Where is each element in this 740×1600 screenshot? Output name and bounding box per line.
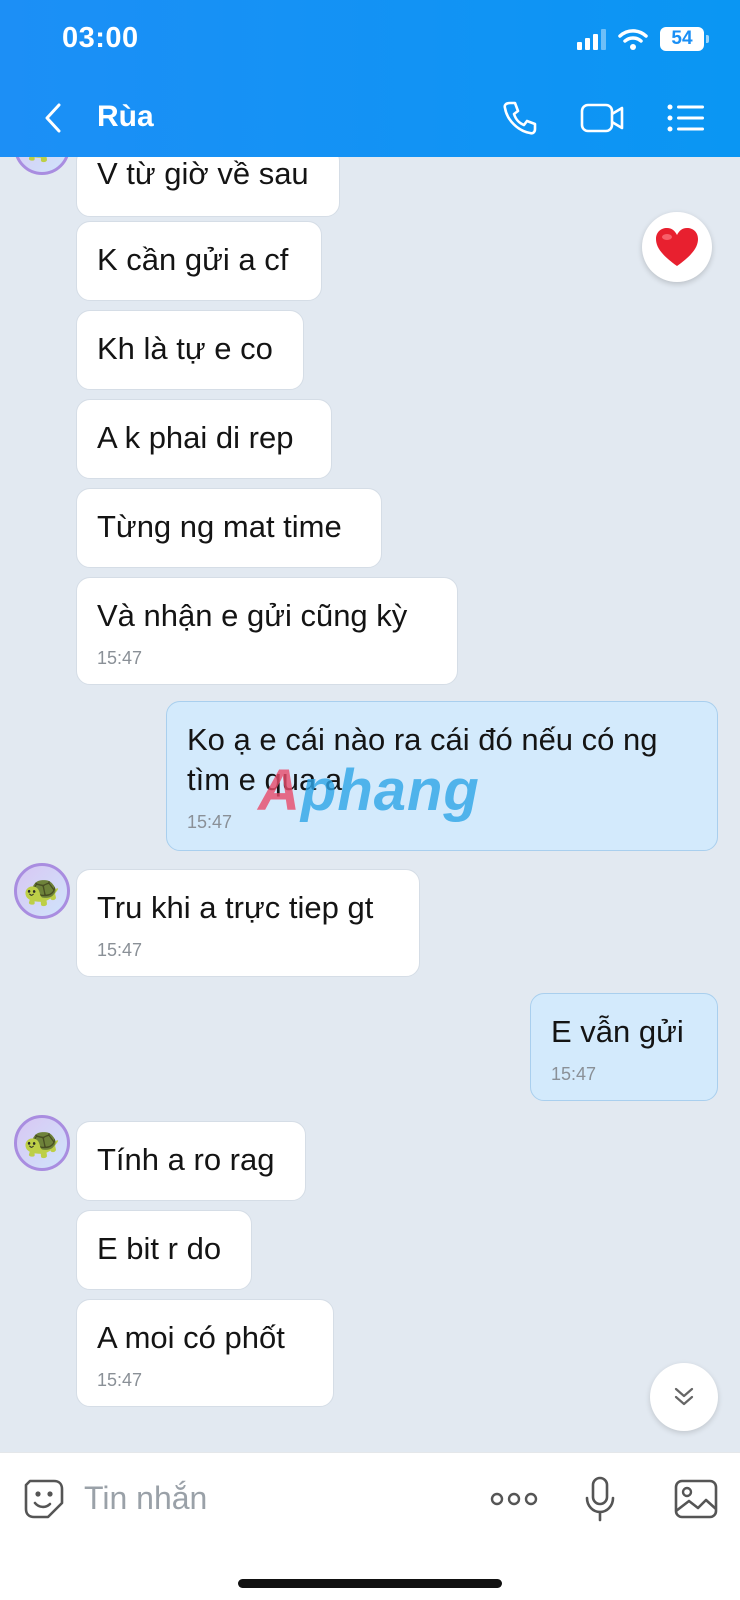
battery-icon: 54 xyxy=(660,27,709,51)
status-indicators: 54 xyxy=(577,24,709,54)
message-text: Tru khi a trực tiep gt xyxy=(97,890,374,925)
message-bubble[interactable]: K cần gửi a cf xyxy=(76,221,322,301)
message-text: A moi có phốt xyxy=(97,1320,285,1355)
reaction-button[interactable] xyxy=(642,212,712,282)
message-bubble[interactable]: A k phai di rep xyxy=(76,399,332,479)
more-dots-icon xyxy=(490,1492,538,1506)
video-call-button[interactable] xyxy=(580,96,624,140)
gallery-button[interactable] xyxy=(670,1473,722,1525)
message-text: K cần gửi a cf xyxy=(97,242,289,277)
watermark-part: A xyxy=(258,758,301,823)
chat-header: 03:00 54 Rùa xyxy=(0,0,740,157)
message-text: Từng ng mat time xyxy=(97,509,342,544)
heart-icon xyxy=(656,228,698,266)
watermark: Aphang xyxy=(258,757,480,824)
signal-icon xyxy=(577,28,606,50)
smiley-sticker-icon xyxy=(24,1479,64,1519)
sticker-button[interactable] xyxy=(18,1473,70,1525)
back-button[interactable] xyxy=(36,98,70,138)
list-menu-icon xyxy=(667,104,704,132)
contact-avatar[interactable]: 🐢 xyxy=(14,863,70,919)
message-text: E bit r do xyxy=(97,1231,222,1266)
menu-button[interactable] xyxy=(664,96,708,140)
more-options-button[interactable] xyxy=(488,1473,540,1525)
message-input[interactable] xyxy=(84,1475,464,1521)
message-bubble[interactable]: A moi có phốt 15:47 xyxy=(76,1299,334,1407)
message-input-bar xyxy=(0,1452,740,1600)
double-chevron-down-icon xyxy=(674,1387,694,1406)
turtle-icon: 🐢 xyxy=(23,1126,61,1160)
message-text: Kh là tự e co xyxy=(97,331,273,366)
message-bubble[interactable]: Tru khi a trực tiep gt 15:47 xyxy=(76,869,420,977)
message-bubble[interactable]: Và nhận e gửi cũng kỳ 15:47 xyxy=(76,577,458,685)
home-indicator[interactable] xyxy=(238,1579,502,1588)
message-list[interactable]: 🐢 V từ giờ về sau K cần gửi a cf Kh là t… xyxy=(0,157,740,1452)
status-time: 03:00 xyxy=(62,22,139,54)
message-bubble[interactable]: V từ giờ về sau xyxy=(76,157,340,217)
message-time: 15:47 xyxy=(97,1370,143,1390)
contact-avatar[interactable]: 🐢 xyxy=(14,157,70,175)
chevron-left-icon xyxy=(45,103,61,133)
message-text: Và nhận e gửi cũng kỳ xyxy=(97,598,408,633)
message-time: 15:47 xyxy=(97,648,143,668)
message-bubble[interactable]: Từng ng mat time xyxy=(76,488,382,568)
turtle-icon: 🐢 xyxy=(23,157,60,165)
message-text: A k phai di rep xyxy=(97,420,294,455)
voice-message-button[interactable] xyxy=(574,1473,626,1525)
message-bubble[interactable]: Tính a ro rag xyxy=(76,1121,306,1201)
video-camera-icon xyxy=(580,103,624,133)
chat-title[interactable]: Rùa xyxy=(97,100,154,134)
contact-avatar[interactable]: 🐢 xyxy=(14,1115,70,1171)
wifi-icon xyxy=(618,29,648,50)
message-time: 15:47 xyxy=(97,940,143,960)
scroll-to-bottom-button[interactable] xyxy=(650,1363,718,1431)
microphone-icon xyxy=(585,1476,615,1522)
watermark-part: phang xyxy=(300,758,480,823)
message-bubble[interactable]: E bit r do xyxy=(76,1210,252,1290)
image-gallery-icon xyxy=(674,1479,718,1519)
message-bubble-sent[interactable]: E vẫn gửi 15:47 xyxy=(530,993,718,1101)
turtle-icon: 🐢 xyxy=(23,874,61,908)
message-text: V từ giờ về sau xyxy=(97,157,309,191)
call-button[interactable] xyxy=(498,96,542,140)
phone-icon xyxy=(503,101,537,135)
message-text: E vẫn gửi xyxy=(551,1014,684,1049)
message-bubble[interactable]: Kh là tự e co xyxy=(76,310,304,390)
message-text: Tính a ro rag xyxy=(97,1142,275,1177)
message-time: 15:47 xyxy=(551,1064,597,1084)
